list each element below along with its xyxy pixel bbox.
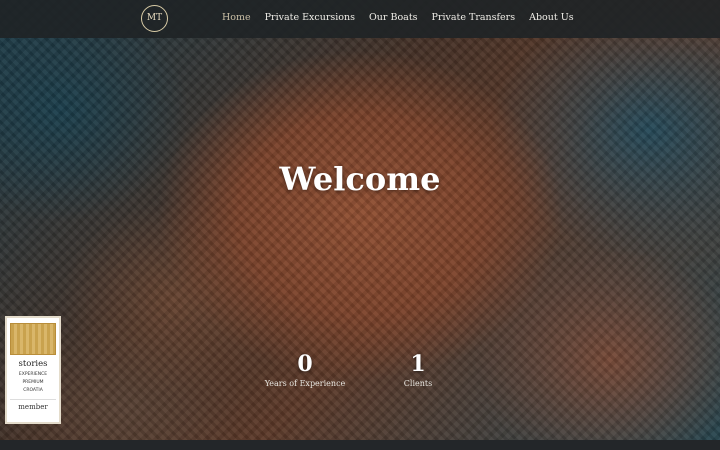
top-navbar: MT Home Private Excursions Our Boats Pri… (0, 0, 720, 38)
badge-subtitle-2: PREMIUM (22, 380, 44, 385)
stat-years-experience: 0 Years of Experience (250, 352, 360, 388)
stat-label: Clients (403, 379, 433, 388)
badge-subtitle-1: EXPERIENCE (18, 372, 48, 377)
stat-value: 1 (410, 351, 426, 377)
logo[interactable]: MT (141, 5, 168, 32)
badge-subtitle-3: CROATIA (23, 388, 43, 393)
stat-value: 0 (297, 351, 313, 377)
bottom-strip (0, 440, 720, 450)
nav-menu: Home Private Excursions Our Boats Privat… (222, 12, 588, 23)
nav-item-home[interactable]: Home (222, 12, 251, 23)
nav-item-about-us[interactable]: About Us (529, 12, 574, 23)
nav-item-private-excursions[interactable]: Private Excursions (265, 12, 355, 23)
stat-clients: 1 Clients (368, 352, 468, 388)
hero-overlay (0, 0, 720, 450)
badge-logo-image (10, 323, 56, 355)
badge-member-label: member (10, 399, 56, 411)
stat-label: Years of Experience (264, 379, 346, 388)
nav-item-private-transfers[interactable]: Private Transfers (432, 12, 516, 23)
badge-title: stories (18, 359, 48, 369)
nav-item-our-boats[interactable]: Our Boats (369, 12, 418, 23)
hero-title: Welcome (279, 160, 441, 198)
page: MT Home Private Excursions Our Boats Pri… (0, 0, 720, 450)
stories-member-badge[interactable]: stories EXPERIENCE PREMIUM CROATIA membe… (5, 316, 61, 424)
